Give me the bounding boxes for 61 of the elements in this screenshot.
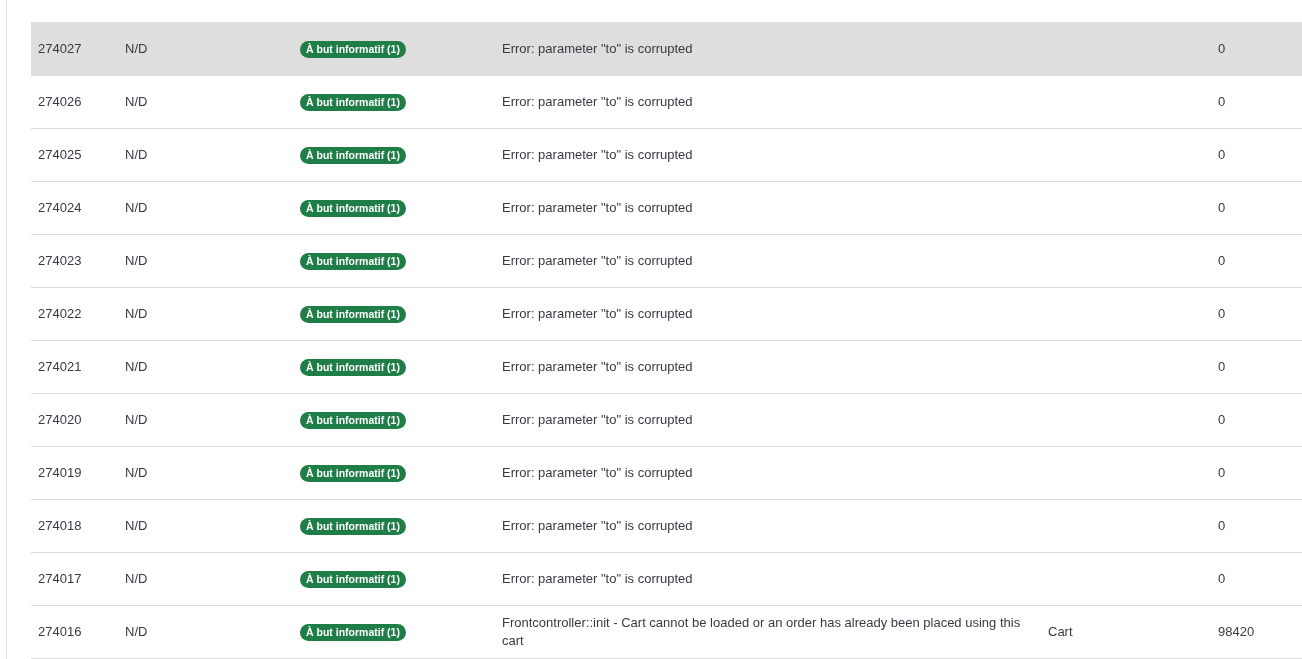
- table-cell: N/D: [125, 147, 148, 162]
- table-cell: 0: [1218, 41, 1226, 56]
- table-cell: N/D: [125, 624, 148, 639]
- table-cell: Cart: [1048, 624, 1073, 639]
- table-cell: 274019: [38, 465, 82, 480]
- table-cell: N/D: [125, 465, 148, 480]
- table-cell: N/D: [125, 306, 148, 321]
- table-cell: 274021: [38, 359, 82, 374]
- severity-badge: À but informatif (1): [300, 518, 406, 535]
- severity-badge: À but informatif (1): [300, 200, 406, 217]
- severity-badge: À but informatif (1): [300, 41, 406, 58]
- severity-badge: À but informatif (1): [300, 94, 406, 111]
- severity-badge: À but informatif (1): [300, 465, 406, 482]
- table-cell: 274026: [38, 94, 82, 109]
- severity-badge: À but informatif (1): [300, 359, 406, 376]
- table-cell: N/D: [125, 253, 148, 268]
- table-cell: 0: [1218, 412, 1226, 427]
- table-cell: 0: [1218, 359, 1226, 374]
- table-cell: 0: [1218, 94, 1226, 109]
- table-cell: 0: [1218, 518, 1226, 533]
- table-cell: N/D: [125, 571, 148, 586]
- table-cell: 0: [1218, 306, 1226, 321]
- table-cell: Error: parameter "to" is corrupted: [502, 41, 693, 56]
- table-cell: 274023: [38, 253, 82, 268]
- severity-badge: À but informatif (1): [300, 147, 406, 164]
- table-cell: 274020: [38, 412, 82, 427]
- table-cell: 0: [1218, 147, 1226, 162]
- table-cell: 274017: [38, 571, 82, 586]
- table-cell: Frontcontroller::init - Cart cannot be loaded or an order has already been placed using this cart: [502, 615, 1021, 648]
- table-cell: 274016: [38, 624, 82, 639]
- severity-badge: À but informatif (1): [300, 412, 406, 429]
- table-cell: 0: [1218, 465, 1226, 480]
- table-cell: 0: [1218, 253, 1226, 268]
- table-cell: 274024: [38, 200, 82, 215]
- table-cell: Error: parameter "to" is corrupted: [502, 465, 693, 480]
- table-cell: Error: parameter "to" is corrupted: [502, 147, 693, 162]
- table-cell: N/D: [125, 200, 148, 215]
- table-cell: N/D: [125, 41, 148, 56]
- table-cell: Error: parameter "to" is corrupted: [502, 518, 693, 533]
- table-cell: Error: parameter "to" is corrupted: [502, 412, 693, 427]
- table-cell: 0: [1218, 200, 1226, 215]
- severity-badge: À but informatif (1): [300, 253, 406, 270]
- table-cell: 0: [1218, 571, 1226, 586]
- table-cell: 274018: [38, 518, 82, 533]
- table-cell: N/D: [125, 359, 148, 374]
- table-cell: 274022: [38, 306, 82, 321]
- table-cell: Error: parameter "to" is corrupted: [502, 94, 693, 109]
- table-cell: Error: parameter "to" is corrupted: [502, 306, 693, 321]
- table-cell: 274027: [38, 41, 82, 56]
- table-cell: Error: parameter "to" is corrupted: [502, 200, 693, 215]
- severity-badge: À but informatif (1): [300, 571, 406, 588]
- table-cell: 274025: [38, 147, 82, 162]
- table-cell: N/D: [125, 518, 148, 533]
- table-cell: N/D: [125, 412, 148, 427]
- table-cell: Error: parameter "to" is corrupted: [502, 359, 693, 374]
- table-cell: Error: parameter "to" is corrupted: [502, 571, 693, 586]
- severity-badge: À but informatif (1): [300, 306, 406, 323]
- severity-badge: À but informatif (1): [300, 624, 406, 641]
- table-cell: 98420: [1218, 624, 1255, 639]
- table-cell: Error: parameter "to" is corrupted: [502, 253, 693, 268]
- table-cell: N/D: [125, 94, 148, 109]
